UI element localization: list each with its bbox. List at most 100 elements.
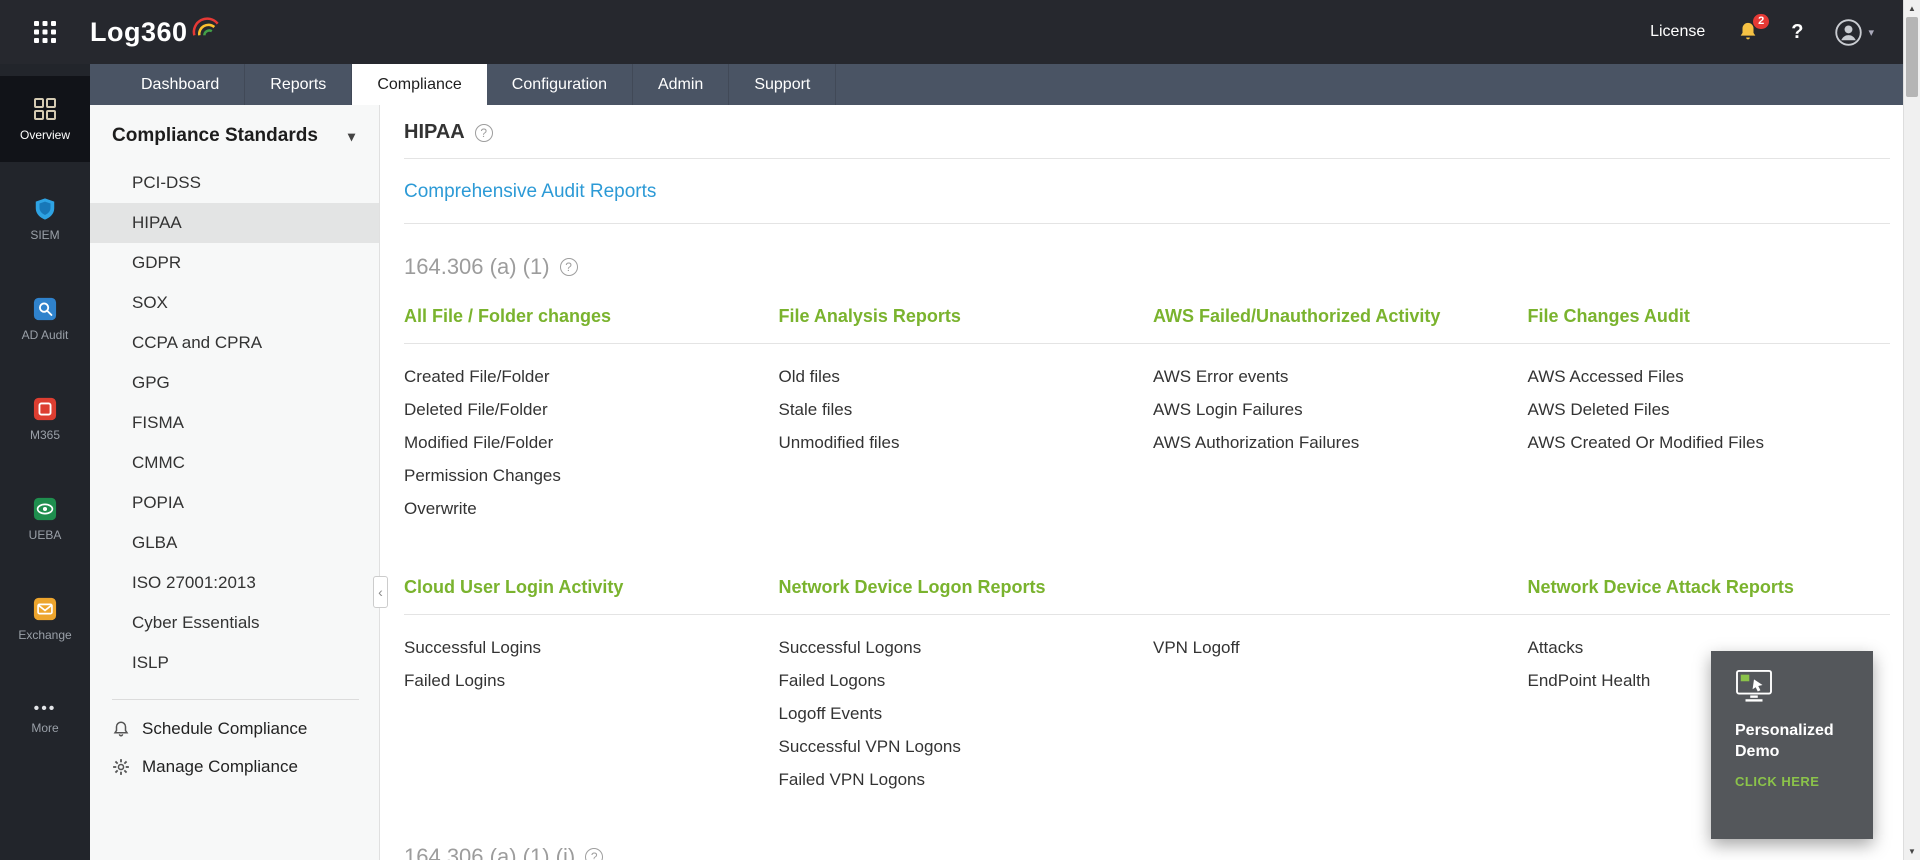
- demo-click-here-link[interactable]: CLICK HERE: [1735, 774, 1857, 789]
- sidebar-item-gpg[interactable]: GPG: [90, 363, 379, 403]
- report-category-heading[interactable]: File Changes Audit: [1528, 306, 1891, 343]
- rail-item-label: SIEM: [30, 228, 59, 242]
- schedule-compliance-button[interactable]: Schedule Compliance: [90, 710, 379, 748]
- report-link[interactable]: AWS Created Or Modified Files: [1528, 434, 1891, 451]
- section-code-heading: 164.306 (a) (1) (i) ?: [404, 844, 1890, 860]
- report-column: AWS Accessed Files AWS Deleted Files AWS…: [1528, 344, 1891, 533]
- report-link[interactable]: Logoff Events: [779, 705, 1142, 722]
- scroll-up-arrow-icon[interactable]: ▲: [1904, 0, 1920, 17]
- tab-compliance[interactable]: Compliance: [352, 64, 486, 105]
- notification-bell-icon[interactable]: 2: [1737, 21, 1759, 43]
- user-avatar[interactable]: ▾: [1835, 19, 1874, 46]
- help-icon[interactable]: ?: [1791, 21, 1803, 44]
- notification-count-badge: 2: [1753, 14, 1769, 29]
- rail-item-ueba[interactable]: UEBA: [0, 476, 90, 562]
- report-link[interactable]: Successful Logons: [779, 639, 1142, 656]
- report-link[interactable]: Modified File/Folder: [404, 434, 767, 451]
- sidebar-item-hipaa[interactable]: HIPAA: [90, 203, 379, 243]
- search-icon: [33, 297, 57, 321]
- license-link[interactable]: License: [1650, 23, 1705, 41]
- sidebar-item-ccpa-cpra[interactable]: CCPA and CPRA: [90, 323, 379, 363]
- report-category-heading[interactable]: Network Device Logon Reports: [779, 577, 1142, 614]
- report-link[interactable]: Created File/Folder: [404, 368, 767, 385]
- report-link[interactable]: AWS Deleted Files: [1528, 401, 1891, 418]
- report-link[interactable]: AWS Authorization Failures: [1153, 434, 1516, 451]
- report-category-heading[interactable]: Cloud User Login Activity: [404, 577, 767, 614]
- report-column: Old files Stale files Unmodified files: [779, 344, 1142, 533]
- rail-item-label: Overview: [20, 128, 70, 142]
- tab-reports[interactable]: Reports: [245, 64, 352, 105]
- rail-item-overview[interactable]: Overview: [0, 76, 90, 162]
- tab-configuration[interactable]: Configuration: [487, 64, 633, 105]
- report-link[interactable]: Successful VPN Logons: [779, 738, 1142, 755]
- gear-icon: [112, 758, 130, 776]
- rail-item-exchange[interactable]: Exchange: [0, 576, 90, 662]
- report-category-heading[interactable]: AWS Failed/Unauthorized Activity: [1153, 306, 1516, 343]
- app-launcher-grid-icon[interactable]: [0, 21, 90, 43]
- tab-dashboard[interactable]: Dashboard: [116, 64, 245, 105]
- scroll-down-arrow-icon[interactable]: ▼: [1904, 843, 1920, 860]
- report-link[interactable]: Stale files: [779, 401, 1142, 418]
- sidebar-item-iso-27001[interactable]: ISO 27001:2013: [90, 563, 379, 603]
- report-link[interactable]: Unmodified files: [779, 434, 1142, 451]
- rail-item-label: AD Audit: [22, 328, 69, 342]
- sidebar-item-sox[interactable]: SOX: [90, 283, 379, 323]
- report-column: Successful Logons Failed Logons Logoff E…: [779, 615, 1142, 804]
- report-category-heading[interactable]: File Analysis Reports: [779, 306, 1142, 343]
- report-column: VPN Logoff: [1153, 615, 1516, 804]
- sidebar-item-popia[interactable]: POPIA: [90, 483, 379, 523]
- sidebar-item-gdpr[interactable]: GDPR: [90, 243, 379, 283]
- rail-item-label: M365: [30, 428, 60, 442]
- sidebar-item-fisma[interactable]: FISMA: [90, 403, 379, 443]
- compliance-sidebar: Compliance Standards ▾ PCI-DSS HIPAA GDP…: [90, 105, 380, 860]
- report-link[interactable]: Successful Logins: [404, 639, 767, 656]
- report-link[interactable]: Permission Changes: [404, 467, 767, 484]
- help-circle-icon[interactable]: ?: [585, 848, 603, 860]
- rail-item-more[interactable]: ••• More: [0, 676, 90, 762]
- chevron-down-icon: ▾: [1868, 26, 1874, 39]
- sidebar-item-islp[interactable]: ISLP: [90, 643, 379, 683]
- sidebar-item-cmmc[interactable]: CMMC: [90, 443, 379, 483]
- report-link[interactable]: Overwrite: [404, 500, 767, 517]
- report-column: Created File/Folder Deleted File/Folder …: [404, 344, 767, 533]
- left-rail: Overview SIEM AD Audit M365: [0, 64, 90, 860]
- eye-icon: [33, 497, 57, 521]
- report-link[interactable]: AWS Error events: [1153, 368, 1516, 385]
- app-body: Overview SIEM AD Audit M365: [0, 64, 1920, 860]
- demo-title: Personalized Demo: [1735, 720, 1845, 762]
- tab-admin[interactable]: Admin: [633, 64, 729, 105]
- comprehensive-audit-reports-link[interactable]: Comprehensive Audit Reports: [404, 181, 656, 203]
- rail-item-ad-audit[interactable]: AD Audit: [0, 276, 90, 362]
- rail-item-siem[interactable]: SIEM: [0, 176, 90, 262]
- report-link[interactable]: Failed VPN Logons: [779, 771, 1142, 788]
- manage-compliance-button[interactable]: Manage Compliance: [90, 748, 379, 786]
- report-link[interactable]: AWS Accessed Files: [1528, 368, 1891, 385]
- help-circle-icon[interactable]: ?: [560, 258, 578, 276]
- sidebar-item-pci-dss[interactable]: PCI-DSS: [90, 163, 379, 203]
- report-category-heading[interactable]: Network Device Attack Reports: [1528, 577, 1891, 614]
- page-title-row: HIPAA ?: [404, 105, 1890, 144]
- report-link[interactable]: Deleted File/Folder: [404, 401, 767, 418]
- page-scrollbar[interactable]: ▲ ▼: [1903, 0, 1920, 860]
- report-link[interactable]: AWS Login Failures: [1153, 401, 1516, 418]
- report-link[interactable]: Failed Logons: [779, 672, 1142, 689]
- sidebar-item-glba[interactable]: GLBA: [90, 523, 379, 563]
- personalized-demo-box[interactable]: Personalized Demo CLICK HERE: [1711, 651, 1873, 839]
- help-circle-icon[interactable]: ?: [475, 124, 493, 142]
- report-link[interactable]: Failed Logins: [404, 672, 767, 689]
- report-column: Successful Logins Failed Logins: [404, 615, 767, 804]
- rail-item-label: More: [31, 721, 58, 735]
- report-category-heading[interactable]: All File / Folder changes: [404, 306, 767, 343]
- mail-icon: [33, 597, 57, 621]
- section-code-text: 164.306 (a) (1) (i): [404, 844, 575, 860]
- section-code-text: 164.306 (a) (1): [404, 254, 550, 280]
- rail-item-m365[interactable]: M365: [0, 376, 90, 462]
- sidebar-item-cyber-essentials[interactable]: Cyber Essentials: [90, 603, 379, 643]
- report-link[interactable]: VPN Logoff: [1153, 639, 1516, 656]
- schedule-compliance-label: Schedule Compliance: [142, 719, 307, 739]
- compliance-standards-dropdown[interactable]: Compliance Standards ▾: [90, 105, 379, 163]
- tab-support[interactable]: Support: [729, 64, 836, 105]
- sidebar-collapse-handle[interactable]: ‹: [373, 576, 388, 608]
- scrollbar-thumb[interactable]: [1906, 17, 1918, 97]
- report-link[interactable]: Old files: [779, 368, 1142, 385]
